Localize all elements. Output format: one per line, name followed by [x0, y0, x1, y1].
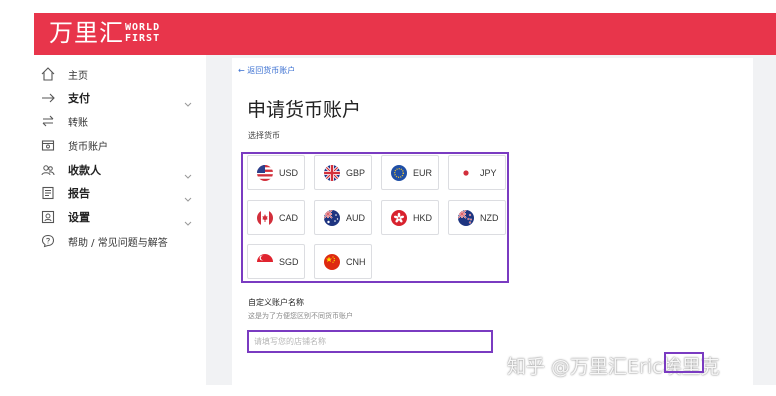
sidebar-item-label: 设置: [68, 211, 90, 224]
hongkong-flag-icon: [391, 209, 407, 226]
help-icon: [40, 233, 56, 249]
app-window: 万里汇 WORLD FIRST 主页 支付 转账 货币账户 收款人 报告 设置 …: [0, 0, 776, 396]
sidebar-item-payees[interactable]: 收款人: [34, 159, 206, 181]
sidebar-item-payment[interactable]: 支付: [34, 87, 206, 109]
currency-option-aud[interactable]: AUD: [314, 200, 372, 235]
select-currency-label: 选择货币: [248, 131, 280, 140]
currency-option-jpy[interactable]: JPY: [448, 155, 506, 190]
currency-code: SGD: [279, 256, 299, 267]
sidebar-item-label: 支付: [68, 92, 90, 105]
currency-code: USD: [279, 167, 299, 178]
custom-account-name-title: 自定义账户名称: [248, 298, 304, 307]
page-title: 申请货币账户: [247, 99, 362, 121]
currency-option-cad[interactable]: CAD: [247, 200, 305, 235]
transfer-icon: [40, 113, 56, 129]
sidebar-item-label: 主页: [68, 70, 88, 82]
sidebar-item-help[interactable]: 帮助 / 常见问题与解答: [34, 230, 206, 252]
currency-code: CNH: [346, 256, 366, 267]
settings-icon: [40, 209, 56, 225]
currency-option-nzd[interactable]: NZD: [448, 200, 506, 235]
people-icon: [40, 162, 56, 178]
sidebar-item-label: 转账: [68, 117, 88, 129]
sidebar-item-home[interactable]: 主页: [34, 63, 206, 85]
uk-flag-icon: [324, 164, 340, 181]
currency-option-sgd[interactable]: SGD: [247, 244, 305, 279]
currency-code: AUD: [346, 212, 366, 223]
home-icon: [40, 66, 56, 82]
sidebar-item-settings[interactable]: 设置: [34, 206, 206, 228]
currency-code: EUR: [413, 167, 433, 178]
currency-code: NZD: [480, 212, 499, 223]
currency-option-cnh[interactable]: CNH: [314, 244, 372, 279]
sidebar-item-label: 货币账户: [68, 141, 108, 153]
us-flag-icon: [257, 164, 273, 181]
logo-chinese: 万里汇: [49, 19, 124, 47]
currency-selector: USD GBP EUR JPY CAD AUD HKD NZD SGD CNH: [241, 152, 509, 283]
china-flag-icon: [324, 253, 340, 270]
sidebar-item-label: 报告: [68, 187, 90, 200]
store-name-input[interactable]: [247, 330, 493, 353]
currency-option-hkd[interactable]: HKD: [381, 200, 439, 235]
highlight-box: [664, 352, 704, 373]
currency-option-eur[interactable]: EUR: [381, 155, 439, 190]
currency-code: JPY: [480, 167, 497, 178]
sidebar-item-currency-accounts[interactable]: 货币账户: [34, 134, 206, 156]
sidebar-item-reports[interactable]: 报告: [34, 182, 206, 204]
logo-english: WORLD FIRST: [125, 22, 160, 44]
top-header: 万里汇 WORLD FIRST: [34, 13, 776, 55]
singapore-flag-icon: [257, 253, 273, 270]
sidebar-item-transfer[interactable]: 转账: [34, 110, 206, 132]
chevron-down-icon: [184, 212, 194, 226]
currency-code: GBP: [346, 167, 366, 178]
custom-account-name-hint: 这是为了方便您区别不同货币账户: [248, 312, 353, 320]
wallet-icon: [40, 137, 56, 153]
back-to-currency-accounts-link[interactable]: ← 返回货币账户: [238, 65, 295, 76]
currency-option-usd[interactable]: USD: [247, 155, 305, 190]
eu-flag-icon: [391, 164, 407, 181]
chevron-down-icon: [184, 93, 194, 107]
logo-english-line2: FIRST: [125, 33, 161, 44]
australia-flag-icon: [324, 209, 340, 226]
sidebar: 主页 支付 转账 货币账户 收款人 报告 设置 帮助 / 常见问题与解答: [34, 55, 206, 385]
logo-english-line1: WORLD: [125, 22, 161, 33]
chevron-down-icon: [184, 165, 194, 179]
currency-code: CAD: [279, 212, 299, 223]
currency-code: HKD: [413, 212, 433, 223]
currency-option-gbp[interactable]: GBP: [314, 155, 372, 190]
chevron-down-icon: [184, 188, 194, 202]
sidebar-item-label: 收款人: [68, 164, 101, 177]
sidebar-item-label: 帮助 / 常见问题与解答: [68, 237, 168, 249]
japan-flag-icon: [458, 164, 474, 181]
arrow-right-icon: [40, 90, 56, 106]
newzealand-flag-icon: [458, 209, 474, 226]
report-icon: [40, 185, 56, 201]
canada-flag-icon: [257, 209, 273, 226]
